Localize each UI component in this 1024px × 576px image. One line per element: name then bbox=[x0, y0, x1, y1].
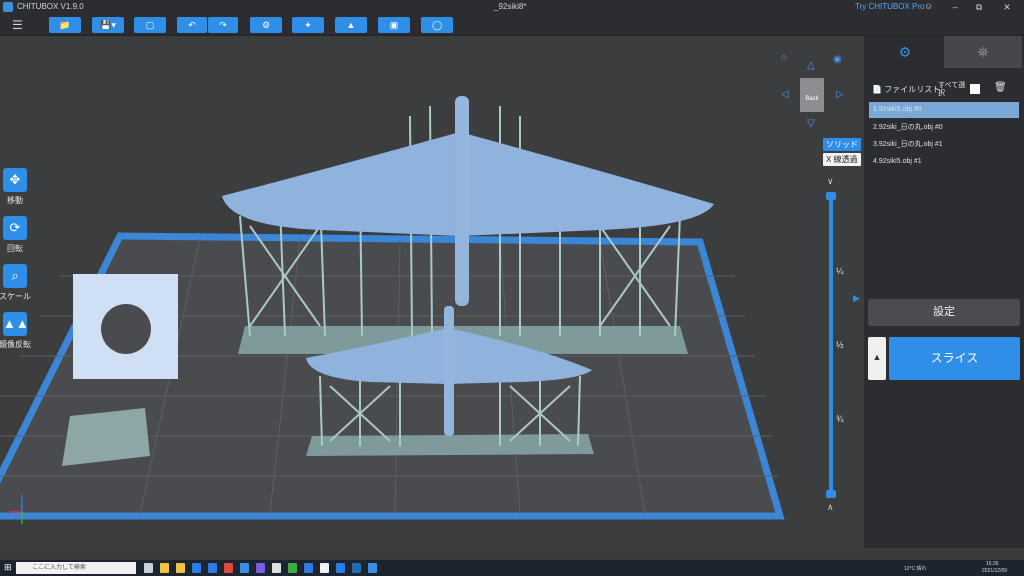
file-list-item[interactable]: 1.92siki5.obj #0 bbox=[869, 102, 1019, 118]
app-name: CHITUBOX V1.9.0 bbox=[17, 2, 84, 11]
rotate-label: 回転 bbox=[7, 244, 23, 253]
clock-time: 16:26 bbox=[986, 561, 999, 567]
file-list-label: ファイルリスト: bbox=[884, 85, 943, 94]
view-cube-face: Back bbox=[805, 96, 819, 102]
slider-tick-three-quarters: ¾ bbox=[836, 414, 844, 424]
app-icon[interactable] bbox=[304, 563, 313, 573]
move-label: 移動 bbox=[7, 196, 23, 205]
app-logo-icon bbox=[3, 2, 13, 12]
slice-button[interactable]: スライス bbox=[889, 337, 1020, 380]
visibility-eye-icon[interactable]: ◉ bbox=[833, 54, 842, 65]
title-bar: CHITUBOX V1.9.0 _92siki8* Try CHITUBOX P… bbox=[0, 0, 1024, 14]
layer-slider-bottom-knob[interactable] bbox=[826, 490, 836, 498]
gear-icon: ⚙ bbox=[898, 44, 912, 60]
slider-tick-half: ½ bbox=[836, 340, 844, 350]
scale-icon: ⌕ bbox=[3, 264, 27, 288]
tab-settings-gear[interactable]: ⚙ bbox=[866, 36, 944, 68]
app-icon[interactable] bbox=[272, 563, 281, 573]
hollow-button[interactable]: ▣ bbox=[378, 17, 410, 33]
file-explorer-icon[interactable] bbox=[160, 563, 169, 573]
mirror-icon: ▲▲ bbox=[3, 312, 29, 336]
mirror-tool[interactable]: ▲▲ 鏡像反転 bbox=[0, 312, 31, 350]
right-panel: ⚙ ⛯ 📄 ファイルリスト: すべて選択 🗑 1.92siki5.obj #0 … bbox=[864, 36, 1024, 548]
file-list-item[interactable]: 3.92siki_日の丸.obj #1 bbox=[869, 137, 1019, 153]
move-tool[interactable]: ✥ 移動 bbox=[2, 168, 28, 206]
layer-slider-top-knob[interactable] bbox=[826, 192, 836, 200]
main-toolbar: ☰ 📁 💾▾ ▢ ↶ ↷ ⚙ ✦ ▲ ▣ ◯ bbox=[0, 14, 1024, 36]
rotate-up-icon[interactable]: △ bbox=[807, 60, 815, 71]
rotate-tool[interactable]: ⟳ 回転 bbox=[2, 216, 28, 254]
slider-tick-quarter: ¼ bbox=[836, 266, 844, 276]
task-view-icon[interactable] bbox=[144, 563, 153, 573]
save-button[interactable]: 💾▾ bbox=[92, 17, 124, 33]
machine-settings-button[interactable]: ⚙ bbox=[250, 17, 282, 33]
app-icon[interactable] bbox=[192, 563, 201, 573]
scale-tool[interactable]: ⌕ スケール bbox=[0, 264, 31, 302]
settings-button[interactable]: 設定 bbox=[868, 299, 1020, 326]
select-all-models-button[interactable]: ▢ bbox=[134, 17, 166, 33]
3d-viewport[interactable]: ✥ 移動 ⟳ 回転 ⌕ スケール ▲▲ 鏡像反転 ⌂ ◉ △ ◁ ▷ ▽ Bac… bbox=[0, 36, 864, 548]
clock-date: 2021/12/09 bbox=[982, 568, 1008, 574]
select-all-label: すべて選択 bbox=[938, 82, 966, 97]
layer-down-chevron-icon[interactable]: ∧ bbox=[827, 502, 834, 513]
solid-view-button[interactable]: ソリッド bbox=[823, 138, 861, 151]
mirror-label: 鏡像反転 bbox=[0, 340, 31, 349]
small-part-base bbox=[62, 408, 150, 466]
file-list-header: 📄 ファイルリスト: bbox=[872, 84, 942, 95]
taskbar-search-input[interactable]: ここに入力して検索 bbox=[16, 562, 136, 574]
windows-taskbar: ⊞ ここに入力して検索 12°C 晴れ 16:26 2021/12/09 bbox=[0, 560, 1024, 576]
tab-printer[interactable]: ⛯ bbox=[944, 36, 1022, 68]
file-list-item[interactable]: 4.92siki5.obj #1 bbox=[869, 154, 1019, 170]
user-icon[interactable]: ☺ bbox=[924, 1, 933, 11]
scale-label: スケール bbox=[0, 292, 31, 301]
weather-status: 12°C 晴れ bbox=[904, 566, 927, 572]
pro-promo-link[interactable]: Try CHITUBOX Pro bbox=[855, 2, 924, 11]
file-list-item[interactable]: 2.92siki_日の丸.obj #0 bbox=[869, 120, 1019, 136]
layer-slider-track[interactable] bbox=[829, 196, 833, 494]
windows-start-icon[interactable]: ⊞ bbox=[4, 562, 12, 573]
slice-options-up-icon[interactable]: ▲ bbox=[868, 337, 886, 380]
xray-view-button[interactable]: X 線透過 bbox=[823, 153, 861, 166]
minimize-button[interactable]: – bbox=[944, 0, 966, 14]
delete-trash-icon[interactable]: 🗑 bbox=[994, 82, 1007, 93]
rotate-down-icon[interactable]: ▽ bbox=[807, 118, 815, 129]
open-file-button[interactable]: 📁 bbox=[49, 17, 81, 33]
chitubox-window: CHITUBOX V1.9.0 _92siki8* Try CHITUBOX P… bbox=[0, 0, 1024, 576]
restore-button[interactable]: ⧉ bbox=[968, 0, 990, 14]
panel-collapse-arrow-icon[interactable]: ▶ bbox=[853, 293, 860, 304]
undo-button[interactable]: ↶ bbox=[177, 17, 207, 33]
dig-hole-button[interactable]: ◯ bbox=[421, 17, 453, 33]
app-icon[interactable] bbox=[240, 563, 249, 573]
app-icon[interactable] bbox=[256, 563, 265, 573]
layer-up-chevron-icon[interactable]: ∨ bbox=[827, 176, 834, 187]
rotate-left-icon[interactable]: ◁ bbox=[781, 89, 789, 100]
chitubox-taskbar-icon[interactable] bbox=[368, 563, 377, 573]
app-icon[interactable] bbox=[352, 563, 361, 573]
app-icon[interactable] bbox=[208, 563, 217, 573]
folder-icon[interactable] bbox=[176, 563, 185, 573]
view-cube[interactable]: Back bbox=[800, 78, 824, 112]
document-title: _92siki8* bbox=[494, 2, 527, 11]
move-icon: ✥ bbox=[3, 168, 27, 192]
redo-button[interactable]: ↷ bbox=[208, 17, 238, 33]
app-icon[interactable] bbox=[320, 563, 329, 573]
app-icon[interactable] bbox=[224, 563, 233, 573]
scene-render bbox=[0, 96, 785, 524]
select-all-checkbox[interactable] bbox=[970, 84, 980, 94]
support-button[interactable]: ▲ bbox=[335, 17, 367, 33]
layout-button[interactable]: ✦ bbox=[292, 17, 324, 33]
app-icon[interactable] bbox=[288, 563, 297, 573]
app-icon[interactable] bbox=[336, 563, 345, 573]
file-icon: 📄 bbox=[872, 85, 882, 94]
home-view-icon[interactable]: ⌂ bbox=[781, 52, 787, 63]
rotate-right-icon[interactable]: ▷ bbox=[836, 89, 844, 100]
menu-icon[interactable]: ☰ bbox=[12, 18, 23, 32]
printer-icon: ⛯ bbox=[977, 44, 989, 60]
rotate-icon: ⟳ bbox=[3, 216, 27, 240]
close-button[interactable]: ✕ bbox=[996, 0, 1018, 14]
